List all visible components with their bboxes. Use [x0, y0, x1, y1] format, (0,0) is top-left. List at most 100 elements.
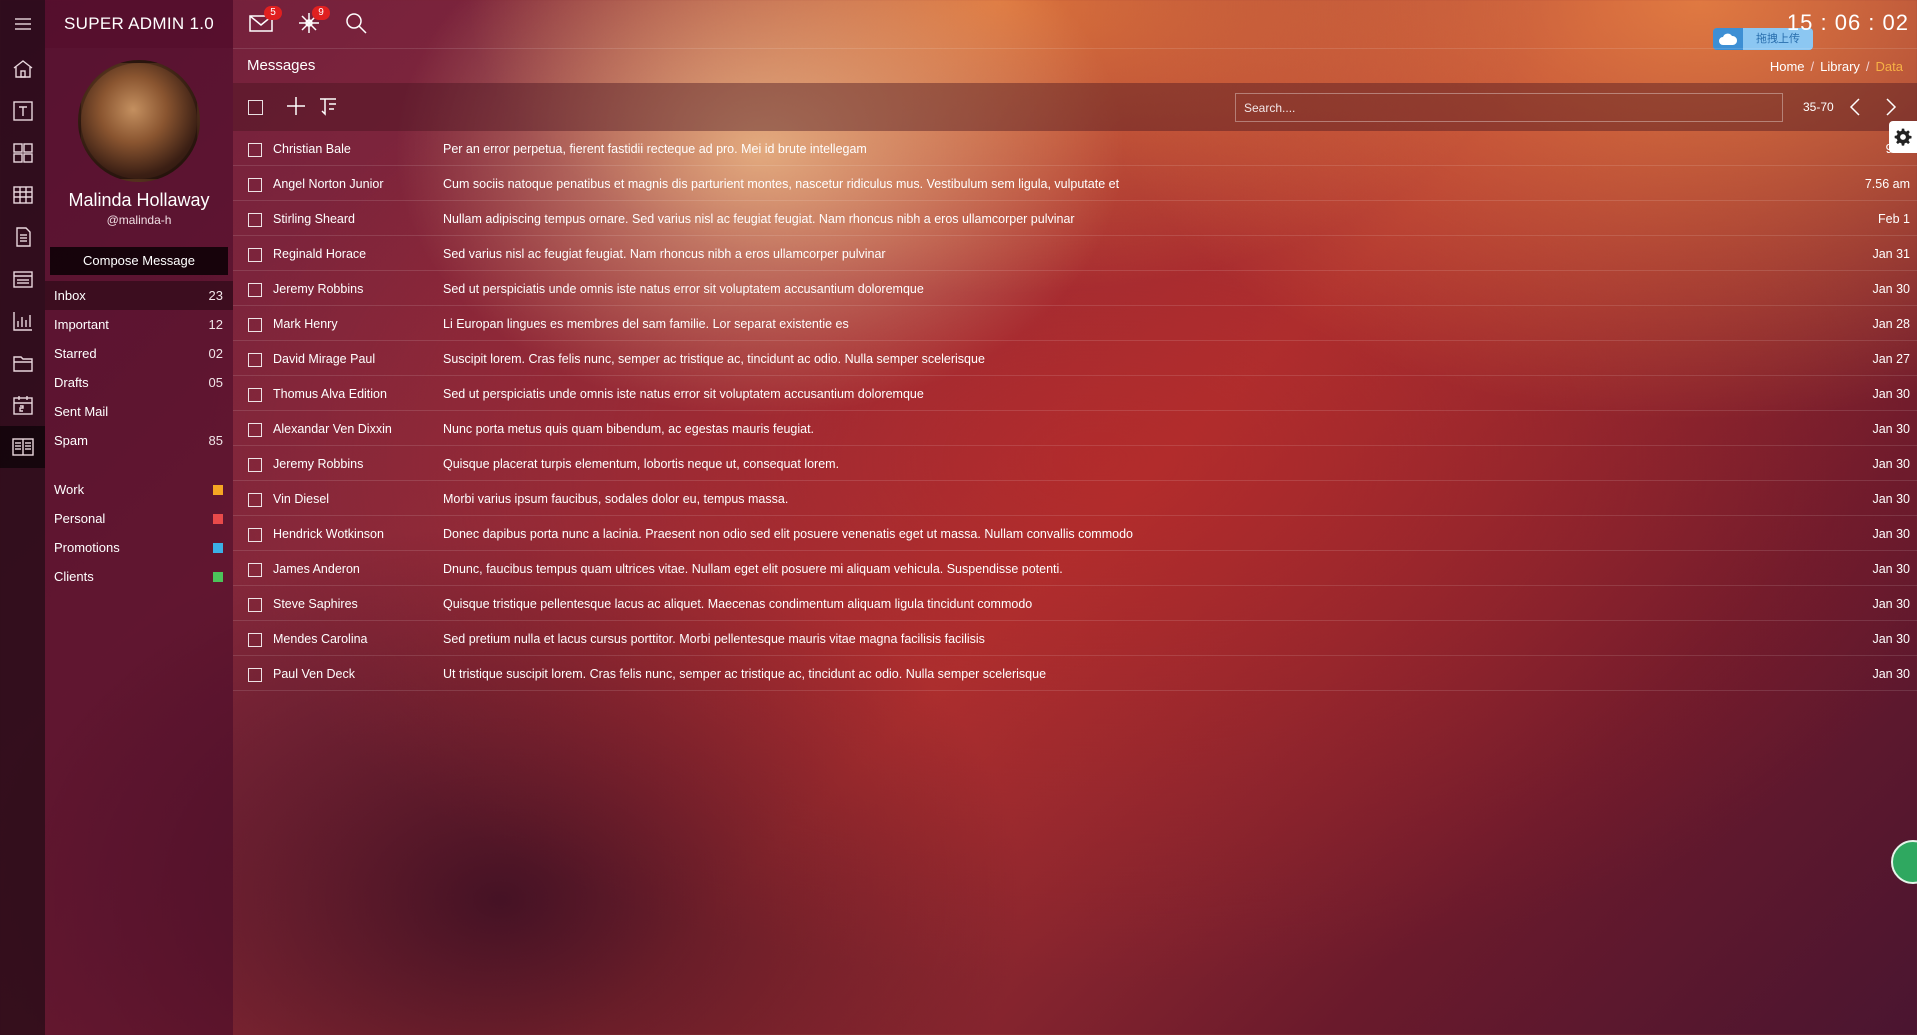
message-row[interactable]: Thomus Alva Edition Sed ut perspiciatis u… [233, 376, 1917, 411]
message-row[interactable]: Jeremy Robbins Sed ut perspiciatis unde o… [233, 271, 1917, 306]
message-subject: Li Europan lingues es membres del sam fa… [443, 317, 849, 331]
label-work[interactable]: Work [45, 475, 233, 504]
global-search-button[interactable] [343, 10, 373, 40]
message-row[interactable]: Alexandar Ven Dixxin Nunc porta metus qui… [233, 411, 1917, 446]
message-sender: Reginald Horace [273, 247, 367, 261]
message-checkbox[interactable] [248, 283, 262, 297]
typography-icon [12, 101, 33, 121]
rail-files-button[interactable] [0, 342, 45, 384]
folder-important[interactable]: Important 12 [45, 310, 233, 339]
message-checkbox[interactable] [248, 353, 262, 367]
message-row[interactable]: Mark Henry Li Europan lingues es membres … [233, 306, 1917, 341]
sort-button[interactable] [317, 95, 341, 119]
breadcrumb-home[interactable]: Home [1770, 59, 1805, 74]
message-checkbox[interactable] [248, 423, 262, 437]
message-checkbox[interactable] [248, 248, 262, 262]
message-row[interactable]: Mendes Carolina Sed pretium nulla et lacu… [233, 621, 1917, 656]
message-date: Jan 30 [1872, 632, 1910, 646]
message-date: Jan 30 [1872, 562, 1910, 576]
widgets-icon [12, 143, 33, 163]
rail-calendar-button[interactable] [0, 384, 45, 426]
messages-button[interactable]: 5 [248, 6, 282, 40]
breadcrumb-separator: / [1810, 59, 1815, 74]
message-checkbox[interactable] [248, 598, 262, 612]
label-name: Personal [54, 511, 106, 526]
menu-toggle-button[interactable] [0, 0, 45, 48]
message-checkbox[interactable] [248, 458, 262, 472]
message-row[interactable]: Reginald Horace Sed varius nisl ac feugia… [233, 236, 1917, 271]
label-name: Clients [54, 569, 94, 584]
plus-icon [287, 97, 305, 115]
folder-label: Spam [54, 433, 88, 448]
message-row[interactable]: Paul Ven Deck Ut tristique suscipit lorem… [233, 656, 1917, 691]
message-checkbox[interactable] [248, 668, 262, 682]
message-date: Jan 28 [1872, 317, 1910, 331]
previous-page-button[interactable] [1845, 96, 1867, 118]
message-row[interactable]: Jeremy Robbins Quisque placerat turpis el… [233, 446, 1917, 481]
message-date: Jan 31 [1872, 247, 1910, 261]
message-row[interactable]: Stirling Sheard Nullam adipiscing tempus … [233, 201, 1917, 236]
rail-forms-button[interactable] [0, 258, 45, 300]
message-checkbox[interactable] [248, 178, 262, 192]
message-checkbox[interactable] [248, 388, 262, 402]
network-button[interactable]: 9 [296, 6, 330, 40]
folder-drafts[interactable]: Drafts 05 [45, 368, 233, 397]
message-row[interactable]: Angel Norton Junior Cum sociis natoque pe… [233, 166, 1917, 201]
message-checkbox[interactable] [248, 213, 262, 227]
message-subject: Sed ut perspiciatis unde omnis iste natu… [443, 282, 924, 296]
message-checkbox[interactable] [248, 318, 262, 332]
avatar[interactable] [78, 60, 200, 182]
folder-label: Drafts [54, 375, 89, 390]
message-date: Jan 30 [1872, 667, 1910, 681]
message-checkbox[interactable] [248, 528, 262, 542]
message-subject: Ut tristique suscipit lorem. Cras felis … [443, 667, 1047, 681]
message-subject: Sed ut perspiciatis unde omnis iste natu… [443, 387, 924, 401]
select-all-checkbox[interactable] [248, 100, 263, 115]
folder-sent-mail[interactable]: Sent Mail [45, 397, 233, 426]
mail-folders: Inbox 23 Important 12 Starred 02 Drafts … [45, 281, 233, 455]
rail-widgets-button[interactable] [0, 132, 45, 174]
message-row[interactable]: Vin Diesel Morbi varius ipsum faucibus, s… [233, 481, 1917, 516]
next-page-button[interactable] [1879, 96, 1901, 118]
message-subject: Nullam adipiscing tempus ornare. Sed var… [443, 212, 1075, 226]
message-checkbox[interactable] [248, 563, 262, 577]
message-subject: Morbi varius ipsum faucibus, sodales dol… [443, 492, 789, 506]
message-row[interactable]: Steve Saphires Quisque tristique pellente… [233, 586, 1917, 621]
label-personal[interactable]: Personal [45, 504, 233, 533]
breadcrumb-library[interactable]: Library [1820, 59, 1860, 74]
menu-icon [14, 18, 31, 30]
rail-pages-button[interactable] [0, 216, 45, 258]
rail-mailbox-button[interactable] [0, 426, 45, 468]
message-date: 9.46 [1885, 142, 1910, 156]
folder-label: Important [54, 317, 109, 332]
message-checkbox[interactable] [248, 633, 262, 647]
folder-inbox[interactable]: Inbox 23 [45, 281, 233, 310]
label-clients[interactable]: Clients [45, 562, 233, 591]
message-checkbox[interactable] [248, 493, 262, 507]
rail-home-button[interactable] [0, 48, 45, 90]
message-subject: Cum sociis natoque penatibus et magnis d… [443, 177, 1120, 191]
folder-count: 05 [208, 375, 223, 390]
rail-tables-button[interactable] [0, 174, 45, 216]
new-message-button[interactable] [285, 95, 309, 119]
compose-message-button[interactable]: Compose Message [50, 247, 228, 275]
message-row[interactable]: James Anderon Dnunc, faucibus tempus quam… [233, 551, 1917, 586]
message-row[interactable]: Christian Bale Per an error perpetua, fie… [233, 131, 1917, 166]
folder-spam[interactable]: Spam 85 [45, 426, 233, 455]
message-row[interactable]: David Mirage Paul Suscipit lorem. Cras fe… [233, 341, 1917, 376]
floating-action-button[interactable] [1891, 840, 1917, 884]
home-icon [13, 60, 32, 78]
profile-name: Malinda Hollaway [68, 190, 210, 210]
calendar-icon [12, 396, 33, 415]
message-checkbox[interactable] [248, 143, 262, 157]
search-input[interactable] [1235, 93, 1783, 122]
rail-typography-button[interactable] [0, 90, 45, 132]
folder-count: 12 [208, 317, 223, 332]
label-color-swatch [213, 484, 223, 495]
label-promotions[interactable]: Promotions [45, 533, 233, 562]
breadcrumb-separator: / [1865, 59, 1870, 74]
rail-charts-button[interactable] [0, 300, 45, 342]
message-subject: Suscipit lorem. Cras felis nunc, semper … [443, 352, 985, 366]
message-row[interactable]: Hendrick Wotkinson Donec dapibus porta nu… [233, 516, 1917, 551]
folder-starred[interactable]: Starred 02 [45, 339, 233, 368]
